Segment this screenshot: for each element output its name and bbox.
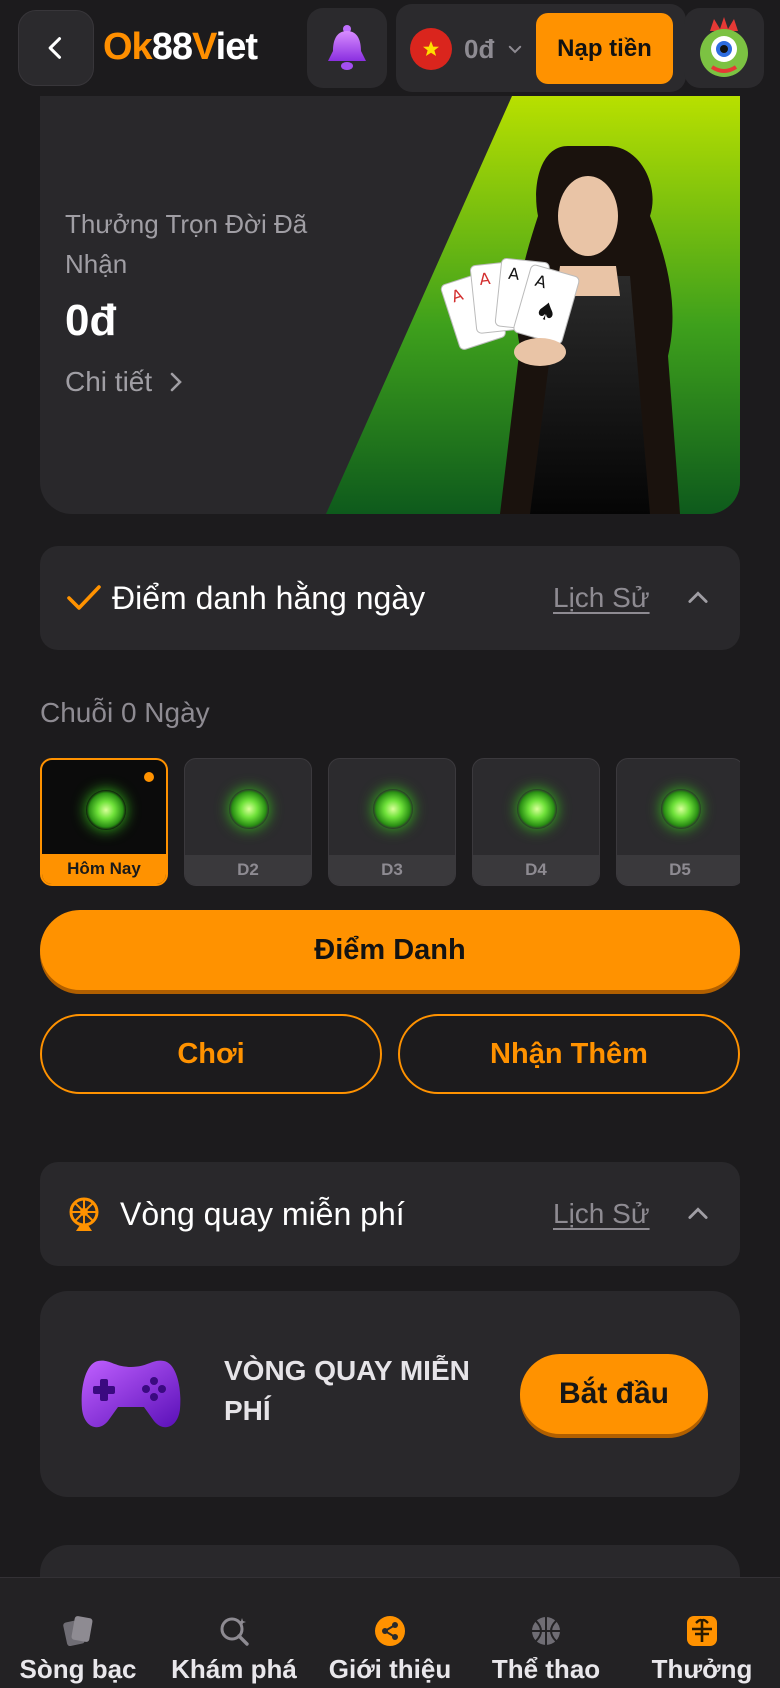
balance-value[interactable]: 0đ (464, 34, 494, 65)
day-card-d5[interactable]: D5 (616, 758, 740, 886)
daily-checkin-header[interactable]: Điểm danh hằng ngày Lịch Sử (40, 546, 740, 650)
day-card-d2[interactable]: D2 (184, 758, 312, 886)
details-label: Chi tiết (65, 366, 153, 397)
share-icon (373, 1614, 407, 1648)
nav-label: Khám phá (171, 1654, 297, 1684)
svg-text:A: A (507, 264, 520, 284)
day-label: D5 (617, 855, 740, 885)
deposit-button[interactable]: Nạp tiền (536, 13, 673, 84)
daily-checkin-title: Điểm danh hằng ngày (112, 580, 426, 616)
nav-sports[interactable]: Thể thao (468, 1578, 624, 1688)
day-card-today[interactable]: Hôm Nay (40, 758, 168, 886)
free-spin-card-title: VÒNG QUAY MIỄN PHÍ (224, 1355, 470, 1426)
gamepad-icon (81, 1360, 181, 1428)
free-spin-card: VÒNG QUAY MIỄN PHÍ Bắt đầu (40, 1291, 740, 1497)
promo-banner-image: A A A A ♠ (326, 96, 740, 514)
brand-logo[interactable]: Ok88Viet (103, 22, 258, 72)
nav-explore[interactable]: Khám phá (156, 1578, 312, 1688)
notification-button[interactable] (307, 8, 387, 88)
checkin-history-link[interactable]: Lịch Sử (553, 546, 650, 650)
streak-label: Chuỗi 0 Ngày (40, 697, 210, 728)
play-button[interactable]: Chơi (40, 1014, 382, 1094)
bell-icon (328, 25, 366, 70)
wheel-icon (64, 1194, 104, 1234)
chevron-up-icon[interactable] (684, 1200, 712, 1228)
details-link[interactable]: Chi tiết (65, 366, 184, 398)
lifetime-bonus-amount: 0đ (65, 296, 117, 345)
checkin-days-strip[interactable]: Hôm Nay D2 D3 D4 D5 (40, 758, 740, 886)
reward-orb-icon (86, 790, 126, 830)
ball-icon (529, 1614, 563, 1648)
lifetime-bonus-card: A A A A ♠ Thưởng Trọn Đời Đã Nhận 0đ Chi… (40, 96, 740, 514)
nav-label: Giới thiệu (328, 1654, 452, 1684)
monster-avatar-icon (700, 17, 748, 77)
nav-rewards[interactable]: Thưởng (624, 1578, 780, 1688)
nav-casino[interactable]: Sòng bạc (0, 1578, 156, 1688)
reward-orb-icon (661, 789, 701, 829)
lifetime-bonus-title: Thưởng Trọn Đời Đã Nhận (65, 209, 308, 279)
day-label: D4 (473, 855, 599, 885)
get-more-button[interactable]: Nhận Thêm (398, 1014, 740, 1094)
day-card-d4[interactable]: D4 (472, 758, 600, 886)
nav-label: Thưởng (651, 1654, 753, 1684)
nav-label: Thể thao (491, 1654, 601, 1684)
unread-dot-icon (144, 772, 154, 782)
reward-orb-icon (229, 789, 269, 829)
bottom-nav: Sòng bạc Khám phá Giới thiệu Thể thao Th… (0, 1577, 780, 1688)
chevron-down-icon[interactable] (506, 40, 524, 58)
day-label: D3 (329, 855, 455, 885)
start-spin-button[interactable]: Bắt đầu (520, 1354, 708, 1434)
checkin-button[interactable]: Điểm Danh (40, 910, 740, 990)
gift-icon (685, 1614, 719, 1648)
chevron-up-icon[interactable] (684, 584, 712, 612)
vietnam-flag-icon[interactable] (410, 28, 452, 70)
cards-icon (61, 1614, 95, 1648)
day-card-d3[interactable]: D3 (328, 758, 456, 886)
wallet-panel: 0đ Nạp tiền (396, 4, 686, 92)
nav-label: Sòng bạc (19, 1654, 137, 1684)
reward-orb-icon (373, 789, 413, 829)
explore-icon (217, 1614, 251, 1648)
avatar[interactable] (684, 8, 764, 88)
free-spin-header[interactable]: Vòng quay miễn phí Lịch Sử (40, 1162, 740, 1266)
checkmark-icon (64, 578, 104, 618)
chevron-left-icon (48, 37, 62, 59)
top-bar: Ok88Viet 0đ Nạp tiền (0, 0, 780, 96)
day-label: D2 (185, 855, 311, 885)
free-spin-title: Vòng quay miễn phí (120, 1196, 405, 1232)
svg-text:A: A (478, 269, 491, 289)
back-button[interactable] (18, 10, 94, 86)
day-label: Hôm Nay (42, 854, 166, 884)
nav-referral[interactable]: Giới thiệu (312, 1578, 468, 1688)
chevron-right-icon (170, 372, 182, 392)
spin-history-link[interactable]: Lịch Sử (553, 1162, 650, 1266)
reward-orb-icon (517, 789, 557, 829)
